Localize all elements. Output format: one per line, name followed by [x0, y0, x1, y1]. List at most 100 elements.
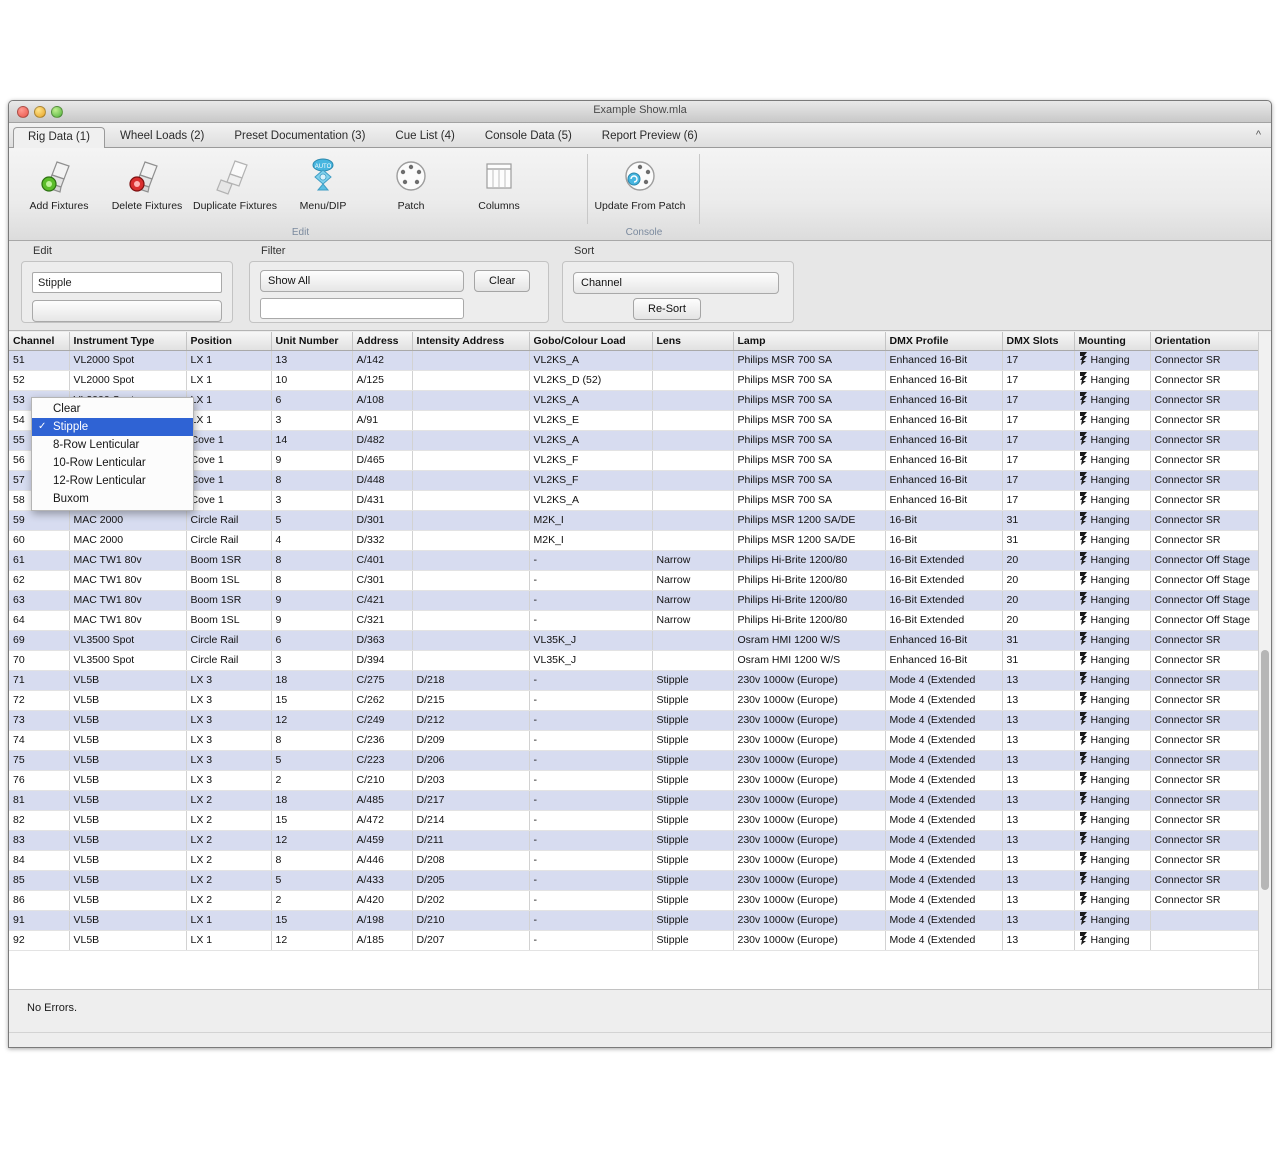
cell-dmx-slots[interactable]: 20 — [1002, 610, 1074, 630]
cell-gobo-colour-load[interactable]: VL35K_J — [529, 650, 652, 670]
cell-gobo-colour-load[interactable]: VL35K_J — [529, 630, 652, 650]
cell-instrument-type[interactable]: MAC TW1 80v — [69, 610, 186, 630]
cell-gobo-colour-load[interactable]: VL2KS_D (52) — [529, 370, 652, 390]
cell-dmx-profile[interactable]: Enhanced 16-Bit — [885, 390, 1002, 410]
cell-intensity-address[interactable]: D/203 — [412, 770, 529, 790]
cell-lens[interactable] — [652, 370, 733, 390]
cell-lens[interactable]: Stipple — [652, 670, 733, 690]
sort-key-popup[interactable]: Channel — [573, 272, 779, 294]
cell-lens[interactable]: Stipple — [652, 690, 733, 710]
cell-orientation[interactable]: Connector SR — [1150, 390, 1267, 410]
cell-unit-number[interactable]: 6 — [271, 630, 352, 650]
cell-intensity-address[interactable] — [412, 350, 529, 370]
cell-lamp[interactable]: Philips Hi-Brite 1200/80 — [733, 610, 885, 630]
rig-data-table-container[interactable]: ChannelInstrument TypePositionUnit Numbe… — [9, 332, 1271, 989]
cell-address[interactable]: A/485 — [352, 790, 412, 810]
cell-position[interactable]: Circle Rail — [186, 530, 271, 550]
cell-address[interactable]: D/482 — [352, 430, 412, 450]
cell-orientation[interactable]: Connector SR — [1150, 770, 1267, 790]
cell-lens[interactable]: Stipple — [652, 870, 733, 890]
tab-cue-list[interactable]: Cue List (4) — [380, 126, 469, 148]
cell-orientation[interactable]: Connector SR — [1150, 730, 1267, 750]
cell-lens[interactable]: Stipple — [652, 730, 733, 750]
cell-intensity-address[interactable] — [412, 650, 529, 670]
cell-gobo-colour-load[interactable]: - — [529, 770, 652, 790]
cell-dmx-profile[interactable]: Enhanced 16-Bit — [885, 410, 1002, 430]
cell-intensity-address[interactable]: D/214 — [412, 810, 529, 830]
cell-orientation[interactable]: Connector Off Stage — [1150, 590, 1267, 610]
cell-lamp[interactable]: 230v 1000w (Europe) — [733, 870, 885, 890]
menu-item-buxom[interactable]: Buxom — [32, 490, 193, 508]
cell-address[interactable]: D/332 — [352, 530, 412, 550]
cell-unit-number[interactable]: 13 — [271, 350, 352, 370]
cell-address[interactable]: D/431 — [352, 490, 412, 510]
cell-orientation[interactable]: Connector SR — [1150, 670, 1267, 690]
cell-orientation[interactable]: Connector Off Stage — [1150, 570, 1267, 590]
table-row[interactable]: 54VL2000 SpotLX 13A/91VL2KS_EPhilips MSR… — [9, 410, 1267, 430]
cell-lamp[interactable]: 230v 1000w (Europe) — [733, 750, 885, 770]
cell-channel[interactable]: 74 — [9, 730, 69, 750]
cell-mounting[interactable]: Hanging — [1074, 570, 1150, 590]
cell-dmx-slots[interactable]: 13 — [1002, 770, 1074, 790]
cell-position[interactable]: Boom 1SL — [186, 570, 271, 590]
column-header-gobo-colour-load[interactable]: Gobo/Colour Load — [529, 332, 652, 350]
cell-lamp[interactable]: 230v 1000w (Europe) — [733, 830, 885, 850]
cell-intensity-address[interactable]: D/206 — [412, 750, 529, 770]
column-header-address[interactable]: Address — [352, 332, 412, 350]
tab-report-preview[interactable]: Report Preview (6) — [587, 126, 713, 148]
cell-address[interactable]: A/459 — [352, 830, 412, 850]
cell-unit-number[interactable]: 18 — [271, 670, 352, 690]
cell-dmx-profile[interactable]: Enhanced 16-Bit — [885, 490, 1002, 510]
cell-orientation[interactable]: Connector SR — [1150, 870, 1267, 890]
cell-lamp[interactable]: 230v 1000w (Europe) — [733, 710, 885, 730]
cell-gobo-colour-load[interactable]: - — [529, 710, 652, 730]
cell-lens[interactable] — [652, 630, 733, 650]
cell-orientation[interactable]: Connector SR — [1150, 830, 1267, 850]
cell-mounting[interactable]: Hanging — [1074, 870, 1150, 890]
cell-lens[interactable] — [652, 530, 733, 550]
table-row[interactable]: 62MAC TW1 80vBoom 1SL8C/301-NarrowPhilip… — [9, 570, 1267, 590]
table-row[interactable]: 55VL2000 SpotCove 114D/482VL2KS_APhilips… — [9, 430, 1267, 450]
cell-unit-number[interactable]: 5 — [271, 750, 352, 770]
cell-dmx-profile[interactable]: Mode 4 (Extended — [885, 850, 1002, 870]
cell-intensity-address[interactable] — [412, 570, 529, 590]
cell-channel[interactable]: 81 — [9, 790, 69, 810]
cell-address[interactable]: A/198 — [352, 910, 412, 930]
cell-address[interactable]: A/472 — [352, 810, 412, 830]
cell-orientation[interactable]: Connector SR — [1150, 450, 1267, 470]
cell-lamp[interactable]: Philips MSR 1200 SA/DE — [733, 510, 885, 530]
resort-button[interactable]: Re-Sort — [633, 298, 701, 320]
cell-lens[interactable] — [652, 430, 733, 450]
cell-gobo-colour-load[interactable]: - — [529, 590, 652, 610]
cell-orientation[interactable]: Connector SR — [1150, 650, 1267, 670]
cell-gobo-colour-load[interactable]: - — [529, 690, 652, 710]
table-row[interactable]: 76VL5BLX 32C/210D/203-Stipple230v 1000w … — [9, 770, 1267, 790]
cell-unit-number[interactable]: 8 — [271, 850, 352, 870]
cell-instrument-type[interactable]: VL5B — [69, 790, 186, 810]
cell-dmx-profile[interactable]: Enhanced 16-Bit — [885, 450, 1002, 470]
cell-orientation[interactable]: Connector SR — [1150, 490, 1267, 510]
cell-lamp[interactable]: Philips MSR 700 SA — [733, 370, 885, 390]
column-header-channel[interactable]: Channel — [9, 332, 69, 350]
cell-orientation[interactable]: Connector SR — [1150, 890, 1267, 910]
cell-lamp[interactable]: 230v 1000w (Europe) — [733, 910, 885, 930]
cell-orientation[interactable]: Connector SR — [1150, 750, 1267, 770]
cell-mounting[interactable]: Hanging — [1074, 850, 1150, 870]
cell-channel[interactable]: 60 — [9, 530, 69, 550]
cell-dmx-slots[interactable]: 13 — [1002, 710, 1074, 730]
cell-unit-number[interactable]: 18 — [271, 790, 352, 810]
cell-mounting[interactable]: Hanging — [1074, 490, 1150, 510]
cell-unit-number[interactable]: 15 — [271, 910, 352, 930]
cell-orientation[interactable]: Connector SR — [1150, 350, 1267, 370]
cell-orientation[interactable] — [1150, 910, 1267, 930]
cell-lens[interactable] — [652, 390, 733, 410]
cell-unit-number[interactable]: 5 — [271, 870, 352, 890]
cell-lens[interactable]: Stipple — [652, 750, 733, 770]
tab-rig-data[interactable]: Rig Data (1) — [13, 127, 105, 149]
cell-lens[interactable]: Stipple — [652, 830, 733, 850]
cell-intensity-address[interactable]: D/205 — [412, 870, 529, 890]
cell-gobo-colour-load[interactable]: VL2KS_E — [529, 410, 652, 430]
cell-instrument-type[interactable]: VL5B — [69, 910, 186, 930]
cell-mounting[interactable]: Hanging — [1074, 610, 1150, 630]
cell-orientation[interactable]: Connector SR — [1150, 530, 1267, 550]
